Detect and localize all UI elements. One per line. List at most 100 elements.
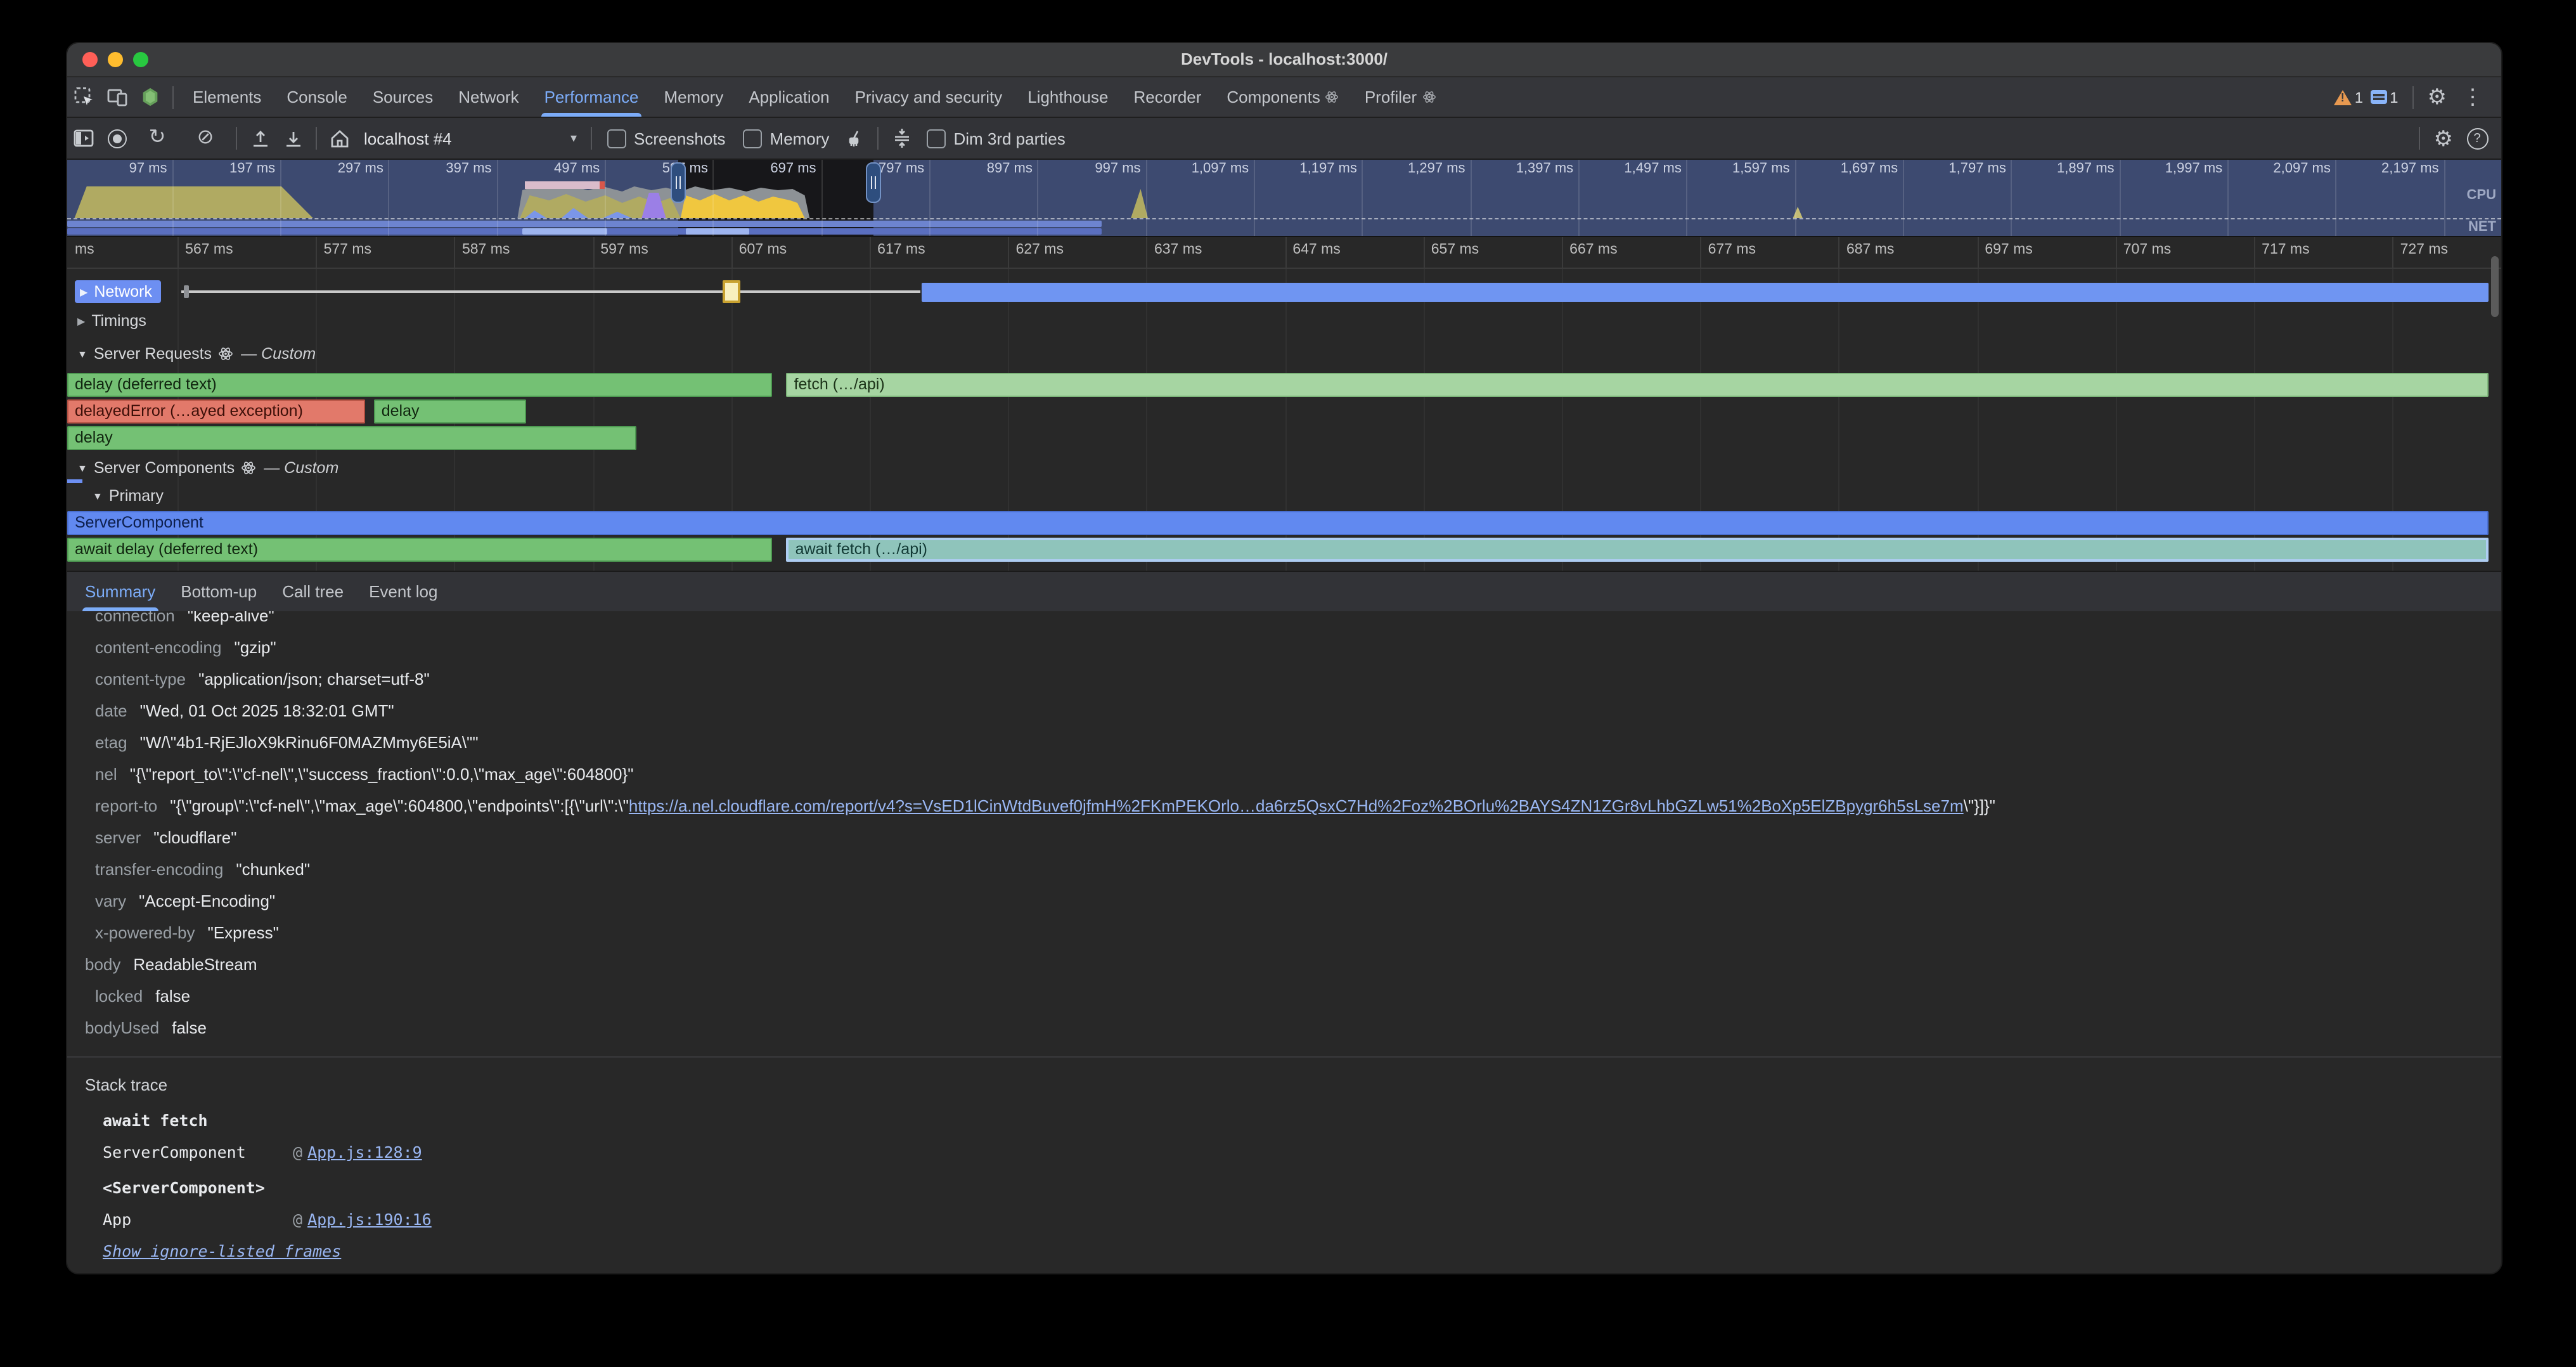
server-components-bar[interactable]: ServerComponent — [67, 511, 2489, 535]
upload-profile-icon[interactable] — [243, 123, 276, 153]
property-value: "cloudflare" — [153, 828, 236, 847]
window-title: DevTools - localhost:3000/ — [67, 43, 2501, 76]
minimap-gridline — [1254, 160, 1255, 236]
server-components-bar[interactable]: await fetch (…/api) — [787, 538, 2489, 562]
tab-label: Elements — [193, 87, 261, 107]
primary-lane-header[interactable]: ▼ Primary — [93, 487, 164, 505]
summary-tab-summary[interactable]: Summary — [72, 572, 168, 611]
device-toolbar-icon[interactable] — [100, 82, 133, 112]
tab-console[interactable]: Console — [274, 77, 359, 117]
server-components-bar[interactable]: await delay (deferred text) — [67, 538, 773, 562]
tab-sources[interactable]: Sources — [360, 77, 446, 117]
property-value: false — [172, 1018, 207, 1037]
timeline-minimap[interactable]: CPU NET 97 ms197 ms297 ms397 ms497 ms597… — [67, 160, 2501, 237]
server-requests-bar[interactable]: delay — [67, 426, 637, 450]
network-request-bar[interactable] — [922, 283, 2489, 302]
minimap-time-label: 1,097 ms — [1160, 161, 1249, 176]
tab-elements[interactable]: Elements — [180, 77, 274, 117]
clear-icon[interactable]: ⊘ — [181, 123, 229, 153]
history-selector[interactable]: localhost #4 ▾ — [356, 129, 584, 148]
ruler-tick-label: 677 ms — [1708, 242, 1756, 257]
tab-label: Performance — [544, 87, 639, 107]
summary-tab-call-tree[interactable]: Call tree — [269, 572, 356, 611]
network-track-row[interactable]: ▶ Network — [67, 280, 2501, 304]
dim-3rd-parties-checkbox[interactable]: Dim 3rd parties — [927, 129, 1065, 148]
summary-tab-event-log[interactable]: Event log — [356, 572, 450, 611]
property-value: "{\"report_to\":\"cf-nel\",\"success_fra… — [130, 765, 634, 784]
titlebar: DevTools - localhost:3000/ — [67, 43, 2501, 77]
divider — [2419, 127, 2420, 150]
chevron-down-icon: ▾ — [570, 131, 577, 145]
server-requests-bar[interactable]: delay (deferred text) — [67, 373, 773, 397]
report-to-url-link[interactable]: https://a.nel.cloudflare.com/report/v4?s… — [629, 796, 1964, 815]
help-icon[interactable]: ? — [2461, 123, 2494, 153]
memory-checkbox[interactable]: Memory — [744, 129, 830, 148]
tab-components[interactable]: Components — [1214, 77, 1351, 117]
tab-network[interactable]: Network — [446, 77, 531, 117]
property-value: false — [155, 987, 190, 1006]
ruler-tick — [2254, 237, 2255, 268]
ruler-tick-label: 647 ms — [1292, 242, 1340, 257]
dim-3rd-parties-label: Dim 3rd parties — [953, 129, 1065, 148]
timings-track-header[interactable]: ▶ Timings — [77, 312, 146, 330]
ruler-tick — [1285, 237, 1286, 268]
home-icon[interactable] — [323, 123, 356, 153]
show-ignore-listed-frames-link[interactable]: Show ignore-listed frames — [85, 1235, 2501, 1267]
checkbox-box — [927, 129, 946, 148]
server-requests-bar[interactable]: fetch (…/api) — [787, 373, 2489, 397]
reload-and-record-icon[interactable]: ↻ — [133, 123, 181, 153]
warning-icon[interactable] — [2334, 89, 2352, 105]
server-components-track-header[interactable]: ▼ Server Components — Custom — [77, 459, 338, 477]
ruler-tick — [1977, 237, 1978, 268]
stack-frame-location-link[interactable]: App.js:190:16 — [307, 1210, 432, 1229]
tab-recorder[interactable]: Recorder — [1121, 77, 1214, 117]
property-value: "Express" — [208, 923, 279, 942]
record-icon[interactable] — [100, 123, 133, 153]
minimap-gridline — [821, 160, 823, 236]
minimap-gridline — [497, 160, 498, 236]
server-components-row: ServerComponent — [67, 511, 2501, 535]
ruler-tick-label: 707 ms — [2123, 242, 2171, 257]
screenshots-checkbox[interactable]: Screenshots — [607, 129, 726, 148]
warning-count[interactable]: 1 — [2355, 88, 2363, 106]
server-requests-track-header[interactable]: ▼ Server Requests — Custom — [77, 345, 316, 363]
ruler-tick — [1008, 237, 1010, 268]
download-profile-icon[interactable] — [276, 123, 309, 153]
server-requests-bar[interactable]: delayedError (…ayed exception) — [67, 399, 366, 424]
more-options-icon[interactable]: ⋮ — [2454, 86, 2491, 108]
collapse-tracks-icon[interactable] — [885, 123, 918, 153]
tab-performance[interactable]: Performance — [532, 77, 652, 117]
tab-label: Network — [458, 87, 518, 107]
property-row: date"Wed, 01 Oct 2025 18:32:01 GMT" — [67, 695, 2501, 727]
inspect-element-icon[interactable] — [67, 82, 100, 112]
property-value: "gzip" — [235, 638, 276, 657]
tab-lighthouse[interactable]: Lighthouse — [1015, 77, 1121, 117]
minimap-left-handle[interactable] — [671, 162, 686, 203]
tab-application[interactable]: Application — [736, 77, 842, 117]
summary-tabbar: SummaryBottom-upCall treeEvent log — [67, 571, 2501, 612]
track-resize-grip[interactable] — [184, 285, 189, 298]
issues-count[interactable]: 1 — [2390, 88, 2398, 106]
summary-tab-bottom-up[interactable]: Bottom-up — [168, 572, 269, 611]
network-request-block[interactable] — [723, 280, 740, 303]
minimap-time-label: 597 ms — [619, 161, 708, 176]
tab-privacy-and-security[interactable]: Privacy and security — [842, 77, 1015, 117]
ruler-tick — [1424, 237, 1425, 268]
server-requests-bar[interactable]: delay — [374, 399, 526, 424]
minimap-right-handle[interactable] — [865, 162, 880, 203]
tracks-scrollbar[interactable] — [2491, 256, 2499, 317]
toggle-sidebar-icon[interactable] — [67, 123, 100, 153]
minimap-gridline — [389, 160, 390, 236]
garbage-collect-icon[interactable] — [838, 123, 871, 153]
divider — [877, 127, 879, 150]
settings-gear-icon[interactable]: ⚙ — [2420, 86, 2455, 108]
property-value: \"}]}" — [1964, 796, 1995, 815]
network-track-header[interactable]: ▶ Network — [75, 280, 161, 303]
issues-icon[interactable] — [2371, 90, 2387, 104]
stack-frame-location-link[interactable]: App.js:128:9 — [307, 1143, 422, 1162]
tab-memory[interactable]: Memory — [651, 77, 736, 117]
property-key: date — [95, 701, 127, 720]
panel-settings-gear-icon[interactable]: ⚙ — [2426, 127, 2461, 149]
checkbox-box — [744, 129, 763, 148]
tab-profiler[interactable]: Profiler — [1352, 77, 1448, 117]
